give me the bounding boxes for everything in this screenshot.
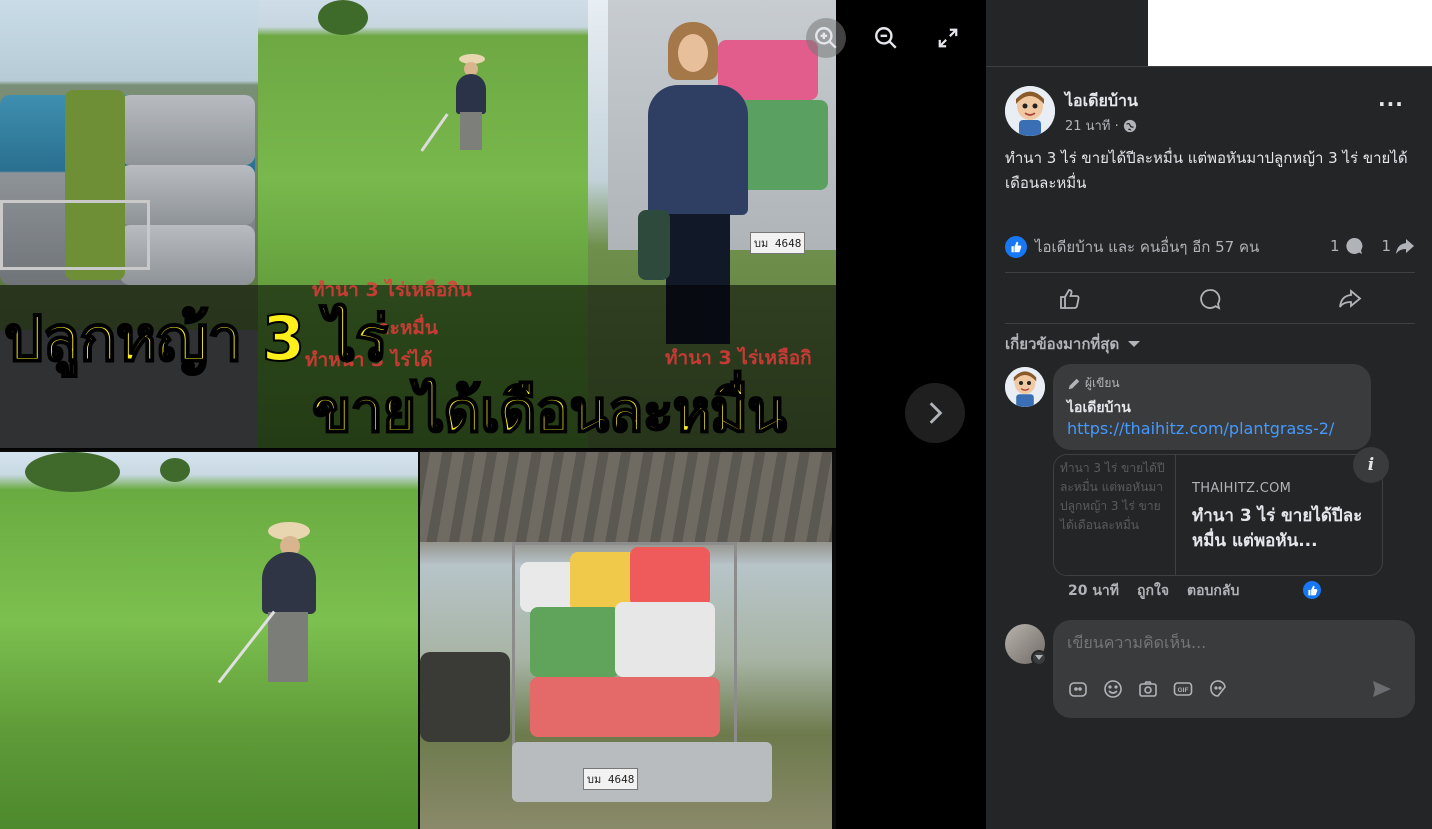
grass-trimmer (420, 113, 449, 152)
comment-bubble-icon (1345, 237, 1362, 254)
truck-body (512, 742, 772, 802)
author-avatar[interactable] (1005, 86, 1055, 136)
author-badge-label: ผู้เขียน (1085, 376, 1120, 390)
comment-time[interactable]: 20 นาที (1068, 580, 1119, 602)
globe-icon (1123, 119, 1136, 132)
link-preview-domain: THAIHITZ.COM (1192, 481, 1292, 496)
share-button[interactable] (1285, 277, 1415, 321)
link-preview-card[interactable]: ทำนา 3 ไร่ ขายได้ปีละหมื่น แต่พอหันมาปลู… (1053, 454, 1383, 576)
post-meta: 21 นาที · (1065, 115, 1137, 136)
photo-viewer: บม 4648 ทำนา 3 ไร่เหลือกิน ละหมื่น ทำหน้… (0, 0, 986, 829)
worker-legs (268, 612, 308, 682)
share-icon (1339, 289, 1362, 308)
composer-tools: GIF (1067, 678, 1228, 699)
comment-filter-dropdown[interactable]: เกี่ยวข้องมากที่สุด (1005, 332, 1141, 356)
headline-line-2: ขายได้เดือนละหมื่น (311, 376, 788, 446)
fullscreen-icon[interactable] (928, 18, 968, 58)
post-side-panel: ไอเดียบ้าน 21 นาที · ··· ทำนา 3 ไร่ ขายไ… (986, 0, 1432, 829)
comment-composer: GIF (1053, 620, 1415, 718)
divider (1005, 323, 1415, 324)
reactions-summary[interactable]: ไอเดียบ้าน และ คนอื่นๆ อีก 57 คน (1005, 235, 1259, 259)
commenter-avatar[interactable] (1005, 367, 1045, 407)
svg-text:GIF: GIF (1177, 687, 1188, 694)
info-icon[interactable]: i (1353, 447, 1389, 483)
emoji-icon[interactable] (1102, 678, 1123, 699)
comment-icon (1200, 289, 1221, 310)
comment-input[interactable] (1067, 633, 1397, 652)
tree (160, 458, 190, 482)
author-badge: ผู้เขียน (1067, 374, 1120, 393)
tree (25, 452, 120, 492)
next-photo-button[interactable] (905, 383, 965, 443)
truck-rack (0, 200, 150, 270)
photo-panel-grass-cutting (0, 452, 418, 829)
link-preview-title: ทำนา 3 ไร่ ขายได้ปีละหมื่น แต่พอหัน... (1192, 506, 1363, 551)
reactions-text: ไอเดียบ้าน และ คนอื่นๆ อีก 57 คน (1035, 238, 1260, 256)
camera-icon[interactable] (1137, 678, 1158, 699)
comment-filter-label: เกี่ยวข้องมากที่สุด (1005, 335, 1120, 353)
caret-down-icon (1128, 341, 1141, 347)
divider (986, 66, 1432, 67)
chevron-down-icon[interactable] (1031, 650, 1047, 666)
comment-count[interactable]: 1 (1330, 236, 1364, 256)
chevron-right-icon (929, 402, 943, 424)
comment-bubble: ผู้เขียน ไอเดียบ้าน https://thaihitz.com… (1053, 364, 1371, 450)
worker-legs (460, 112, 482, 150)
tarp-roll (120, 95, 255, 165)
license-plate: บม 4648 (583, 768, 639, 790)
comment-like-reaction-icon[interactable] (1301, 579, 1323, 601)
post-photo[interactable]: บม 4648 ทำนา 3 ไร่เหลือกิน ละหมื่น ทำหน้… (0, 0, 836, 829)
grass-trimmer (217, 610, 276, 684)
divider (1005, 272, 1415, 273)
comment-like-button[interactable]: ถูกใจ (1137, 580, 1169, 602)
handbag (638, 210, 670, 280)
comment-author-name[interactable]: ไอเดียบ้าน (1067, 397, 1131, 419)
woman-shirt (648, 85, 748, 215)
license-plate: บม 4648 (750, 232, 806, 254)
like-button[interactable] (1005, 277, 1135, 321)
shed-roof (420, 452, 832, 542)
avatar-sticker-icon[interactable] (1067, 678, 1088, 699)
comment-button[interactable] (1145, 277, 1275, 321)
comment-link[interactable]: https://thaihitz.com/plantgrass-2/ (1067, 419, 1334, 438)
truck-rack (512, 542, 737, 762)
comment-reply-button[interactable]: ตอบกลับ (1187, 580, 1239, 602)
zoom-out-icon[interactable] (866, 18, 906, 58)
sticker-icon[interactable] (1207, 678, 1228, 699)
gif-icon[interactable]: GIF (1172, 678, 1193, 699)
tree (318, 0, 368, 35)
post-text: ทำนา 3 ไร่ ขายได้ปีละหมื่น แต่พอหันมาปลู… (1005, 149, 1408, 192)
blank-header-area (1148, 0, 1432, 66)
cattle (420, 652, 510, 742)
comment-count-value: 1 (1330, 237, 1340, 255)
face (678, 34, 708, 72)
send-comment-icon[interactable] (1371, 678, 1393, 704)
share-count[interactable]: 1 (1382, 236, 1416, 256)
like-reaction-icon (1005, 236, 1027, 258)
share-arrow-icon (1396, 239, 1415, 254)
post-actions (1005, 276, 1415, 322)
worker (456, 74, 486, 114)
comment-actions: 20 นาที ถูกใจ ตอบกลับ (1068, 580, 1239, 602)
post-time[interactable]: 21 นาที · (1065, 115, 1119, 136)
feed-bag (738, 100, 828, 190)
post-author-name[interactable]: ไอเดียบ้าน (1065, 89, 1138, 114)
thumbs-up-icon (1060, 289, 1080, 309)
engagement-counts: 1 1 (1330, 236, 1415, 256)
post-more-options-button[interactable]: ··· (1378, 92, 1404, 116)
zoom-in-icon[interactable] (806, 18, 846, 58)
photo-panel-loaded-truck: บม 4648 (420, 452, 832, 829)
share-count-value: 1 (1381, 237, 1392, 255)
link-preview-image: ทำนา 3 ไร่ ขายได้ปีละหมื่น แต่พอหันมาปลู… (1054, 455, 1176, 575)
worker (262, 552, 316, 614)
pencil-icon (1068, 378, 1080, 389)
